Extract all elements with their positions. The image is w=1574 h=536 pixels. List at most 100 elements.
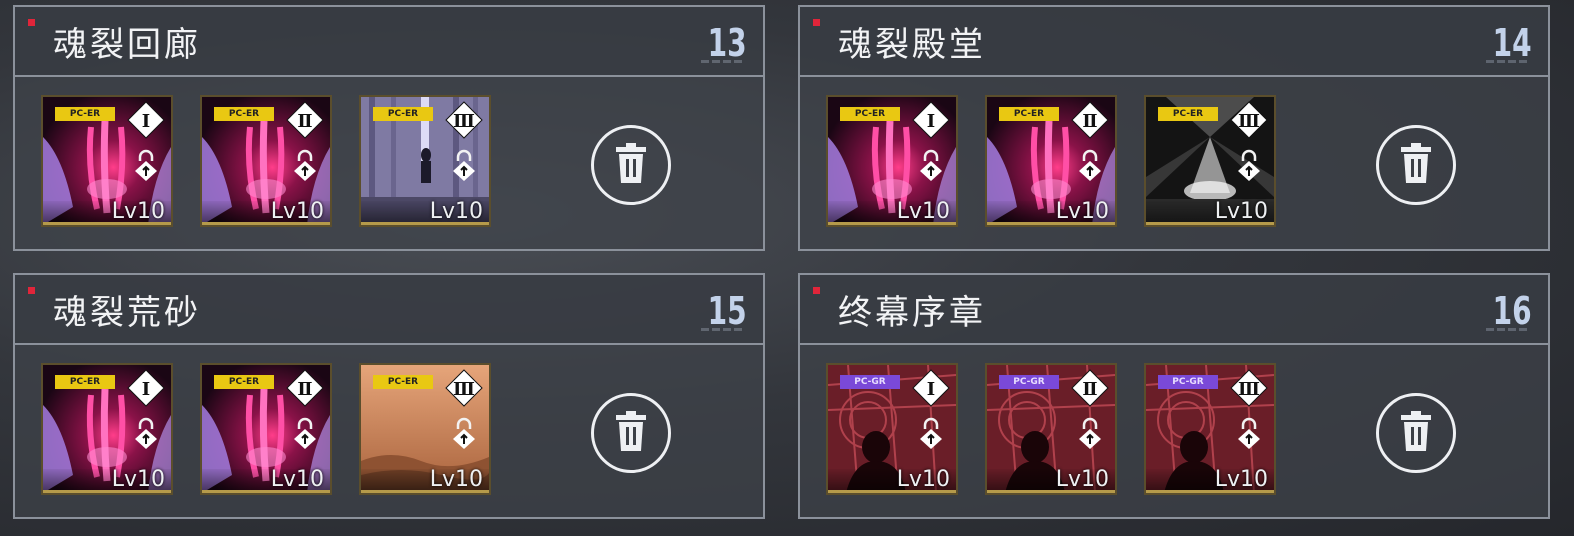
delete-button[interactable]: [1376, 393, 1456, 473]
loadout-screen: 魂裂回廊 13 PC-ER Ⅰ Lv10 PC-ER Ⅱ Lv10 PC-ER …: [0, 0, 1574, 536]
panel-number: 16: [1492, 289, 1532, 333]
card-level: Lv10: [270, 199, 324, 224]
diamond-tier-icon: Ⅱ: [286, 101, 324, 139]
trash-icon: [614, 411, 648, 455]
lock-icon: [1236, 417, 1262, 449]
rarity-badge: PC-ER: [214, 375, 274, 389]
rarity-badge: PC-ER: [1158, 107, 1218, 121]
loadout-panel: 终幕序章 16 PC-GR Ⅰ Lv10 PC-GR Ⅱ Lv10 PC-GR …: [798, 273, 1550, 519]
rarity-badge: PC-ER: [214, 107, 274, 121]
card-level: Lv10: [111, 467, 165, 492]
diamond-tier-icon: Ⅲ: [445, 101, 483, 139]
new-indicator: [813, 19, 820, 26]
module-card[interactable]: PC-GR Ⅰ Lv10: [826, 363, 958, 495]
module-card[interactable]: PC-ER Ⅲ Lv10: [359, 363, 491, 495]
lock-icon: [918, 149, 944, 181]
delete-button[interactable]: [591, 125, 671, 205]
card-level: Lv10: [429, 467, 483, 492]
module-card[interactable]: PC-ER Ⅱ Lv10: [985, 95, 1117, 227]
panel-header: 魂裂荒砂 15: [15, 275, 763, 345]
panel-title: 终幕序章: [838, 293, 986, 333]
panel-title: 魂裂殿堂: [838, 25, 986, 65]
rarity-badge: PC-GR: [999, 375, 1059, 389]
module-card[interactable]: PC-ER Ⅰ Lv10: [41, 95, 173, 227]
diamond-tier-icon: Ⅱ: [286, 369, 324, 407]
svg-text:Ⅲ: Ⅲ: [1238, 111, 1260, 132]
svg-text:Ⅱ: Ⅱ: [297, 111, 312, 132]
rarity-badge: PC-ER: [840, 107, 900, 121]
card-level: Lv10: [896, 467, 950, 492]
lock-icon: [292, 417, 318, 449]
panel-title: 魂裂荒砂: [53, 293, 201, 333]
lock-icon: [133, 149, 159, 181]
svg-text:Ⅱ: Ⅱ: [1082, 111, 1097, 132]
diamond-tier-icon: Ⅱ: [1071, 369, 1109, 407]
svg-text:Ⅰ: Ⅰ: [142, 111, 150, 132]
rarity-badge: PC-ER: [373, 375, 433, 389]
lock-icon: [1236, 149, 1262, 181]
panel-header: 魂裂殿堂 14: [800, 7, 1548, 77]
new-indicator: [28, 19, 35, 26]
module-card[interactable]: PC-ER Ⅰ Lv10: [41, 363, 173, 495]
module-card[interactable]: PC-ER Ⅱ Lv10: [200, 363, 332, 495]
rarity-badge: PC-ER: [999, 107, 1059, 121]
diamond-tier-icon: Ⅲ: [445, 369, 483, 407]
lock-icon: [133, 417, 159, 449]
card-level: Lv10: [896, 199, 950, 224]
svg-text:Ⅱ: Ⅱ: [1082, 379, 1097, 400]
panel-header: 魂裂回廊 13: [15, 7, 763, 77]
trash-icon: [1399, 411, 1433, 455]
svg-text:Ⅲ: Ⅲ: [1238, 379, 1260, 400]
card-level: Lv10: [1055, 467, 1109, 492]
card-level: Lv10: [429, 199, 483, 224]
svg-text:Ⅰ: Ⅰ: [142, 379, 150, 400]
panel-number: 14: [1492, 21, 1532, 65]
new-indicator: [28, 287, 35, 294]
card-level: Lv10: [1214, 467, 1268, 492]
lock-icon: [1077, 149, 1103, 181]
trash-icon: [1399, 143, 1433, 187]
diamond-tier-icon: Ⅰ: [912, 369, 950, 407]
loadout-panel: 魂裂回廊 13 PC-ER Ⅰ Lv10 PC-ER Ⅱ Lv10 PC-ER …: [13, 5, 765, 251]
loadout-panel: 魂裂殿堂 14 PC-ER Ⅰ Lv10 PC-ER Ⅱ Lv10 PC-ER …: [798, 5, 1550, 251]
module-card[interactable]: PC-ER Ⅲ Lv10: [359, 95, 491, 227]
diamond-tier-icon: Ⅱ: [1071, 101, 1109, 139]
trash-icon: [614, 143, 648, 187]
lock-icon: [1077, 417, 1103, 449]
lock-icon: [451, 417, 477, 449]
diamond-tier-icon: Ⅰ: [127, 369, 165, 407]
new-indicator: [813, 287, 820, 294]
diamond-tier-icon: Ⅲ: [1230, 369, 1268, 407]
diamond-tier-icon: Ⅰ: [912, 101, 950, 139]
svg-text:Ⅰ: Ⅰ: [927, 111, 935, 132]
module-card[interactable]: PC-GR Ⅱ Lv10: [985, 363, 1117, 495]
diamond-tier-icon: Ⅲ: [1230, 101, 1268, 139]
panel-header: 终幕序章 16: [800, 275, 1548, 345]
loadout-panel: 魂裂荒砂 15 PC-ER Ⅰ Lv10 PC-ER Ⅱ Lv10 PC-ER …: [13, 273, 765, 519]
diamond-tier-icon: Ⅰ: [127, 101, 165, 139]
svg-text:Ⅱ: Ⅱ: [297, 379, 312, 400]
delete-button[interactable]: [591, 393, 671, 473]
delete-button[interactable]: [1376, 125, 1456, 205]
rarity-badge: PC-ER: [55, 107, 115, 121]
number-decoration: [701, 316, 755, 331]
rarity-badge: PC-GR: [1158, 375, 1218, 389]
module-card[interactable]: PC-ER Ⅱ Lv10: [200, 95, 332, 227]
panel-title: 魂裂回廊: [53, 25, 201, 65]
module-card[interactable]: PC-ER Ⅰ Lv10: [826, 95, 958, 227]
card-level: Lv10: [1214, 199, 1268, 224]
lock-icon: [918, 417, 944, 449]
number-decoration: [701, 48, 755, 63]
svg-text:Ⅲ: Ⅲ: [453, 379, 475, 400]
module-card[interactable]: PC-GR Ⅲ Lv10: [1144, 363, 1276, 495]
card-level: Lv10: [270, 467, 324, 492]
rarity-badge: PC-GR: [840, 375, 900, 389]
lock-icon: [292, 149, 318, 181]
panel-number: 15: [707, 289, 747, 333]
svg-text:Ⅰ: Ⅰ: [927, 379, 935, 400]
svg-text:Ⅲ: Ⅲ: [453, 111, 475, 132]
rarity-badge: PC-ER: [55, 375, 115, 389]
module-card[interactable]: PC-ER Ⅲ Lv10: [1144, 95, 1276, 227]
number-decoration: [1486, 48, 1540, 63]
lock-icon: [451, 149, 477, 181]
